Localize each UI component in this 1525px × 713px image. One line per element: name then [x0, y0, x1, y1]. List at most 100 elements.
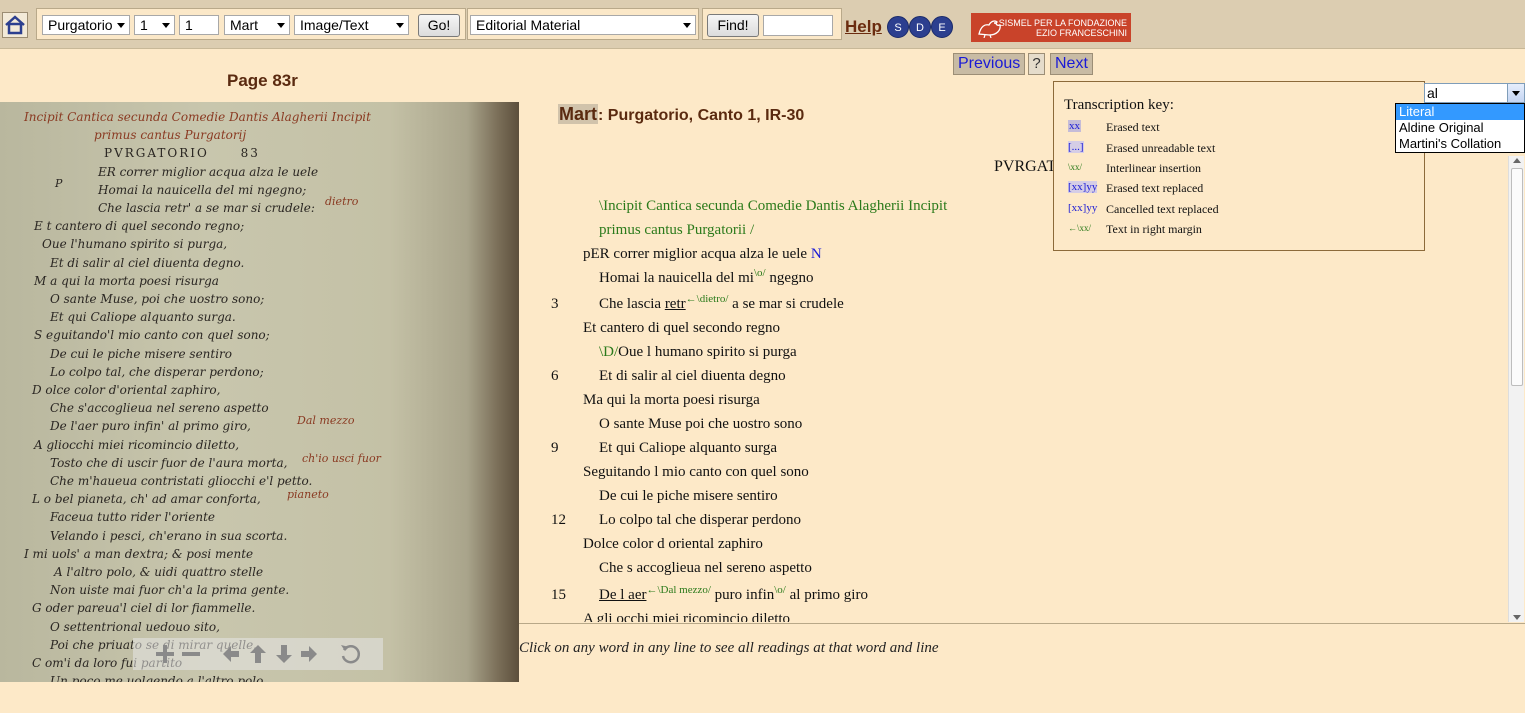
reset-view-icon[interactable]	[338, 642, 362, 666]
line-words[interactable]: pER correr miglior acqua alza le uele	[583, 246, 807, 262]
sde-e-icon[interactable]: E	[931, 16, 953, 38]
interlinear-insertion[interactable]: \D/	[599, 344, 618, 360]
line-input[interactable]: 1	[179, 15, 219, 35]
chevron-down-icon	[683, 23, 691, 28]
find-input[interactable]	[763, 15, 833, 36]
interlinear-insertion[interactable]: \o/	[754, 267, 766, 279]
line-text[interactable]: A gli occhi miei ricomincio diletto	[583, 611, 790, 622]
line-words[interactable]: puro infin	[711, 587, 775, 603]
ms-line: O sante Muse, poi che uostro sono;	[50, 292, 265, 307]
key-desc: Cancelled text replaced	[1106, 202, 1219, 216]
pan-up-icon[interactable]	[246, 642, 270, 666]
home-button[interactable]	[2, 12, 28, 38]
marked-word[interactable]: retr	[665, 296, 686, 312]
line-text[interactable]: Homai la nauicella del mi\o/ ngegno	[599, 267, 814, 287]
ms-line: Velando i pesci, ch'erano in sua scorta.	[50, 528, 288, 543]
ms-line: De cui le piche misere sentiro	[50, 346, 233, 361]
line-text[interactable]: Che lascia retr←\dietro/ a se mar si cru…	[599, 293, 844, 313]
ms-line: Faceua tutto rider l'oriente	[50, 510, 216, 525]
chevron-down-icon	[396, 23, 404, 28]
view-option-literal[interactable]: Literal	[1396, 104, 1524, 120]
witness-select[interactable]: Mart	[224, 15, 290, 35]
chevron-down-icon	[117, 23, 125, 28]
part-select[interactable]: Purgatorio	[42, 15, 130, 35]
key-title: Transcription key:	[1064, 97, 1174, 113]
previous-button[interactable]: Previous	[953, 53, 1026, 75]
material-select-value: Editorial Material	[476, 17, 581, 33]
line-text[interactable]: \Incipit Cantica secunda Comedie Dantis …	[599, 198, 947, 215]
ms-line: D olce color d'oriental zaphiro,	[32, 383, 221, 398]
line-number: 9	[551, 440, 559, 456]
view-select-value: al	[1427, 85, 1438, 101]
navigation-form: Purgatorio 1 1 Mart Image/Text Go!	[36, 8, 466, 40]
chevron-down-icon	[277, 23, 285, 28]
line-text[interactable]: pER correr miglior acqua alza le uele N	[583, 246, 822, 263]
line-text[interactable]: De cui le piche misere sentiro	[599, 488, 778, 505]
zoom-in-icon[interactable]	[153, 642, 177, 666]
canto-select[interactable]: 1	[134, 15, 175, 35]
pan-left-icon[interactable]	[219, 642, 243, 666]
key-sample: [...]	[1068, 141, 1084, 153]
next-button[interactable]: Next	[1050, 53, 1093, 75]
manuscript-image[interactable]: Incipit Cantica secunda Comedie Dantis A…	[0, 102, 519, 682]
view-mode-select[interactable]: Image/Text	[294, 15, 409, 35]
key-desc: Text in right margin	[1106, 222, 1202, 236]
ms-margin-note-chio: ch'io usci fuor	[302, 452, 381, 465]
ms-line: Lo colpo tal, che disperar perdono;	[50, 364, 264, 379]
readings-hint: Click on any word in any line to see all…	[519, 640, 939, 656]
view-option-aldine[interactable]: Aldine Original	[1396, 120, 1524, 136]
line-text[interactable]: De l aer←\Dal mezzo/ puro infin\o/ al pr…	[599, 584, 868, 604]
line-text[interactable]: O sante Muse poi che uostro sono	[599, 416, 802, 433]
line-words[interactable]: ngegno	[766, 270, 813, 286]
key-sample: \xx/	[1068, 162, 1083, 172]
ms-line: Homai la nauicella del mi ngegno;	[98, 182, 307, 197]
find-button[interactable]: Find!	[707, 14, 759, 37]
sde-s-icon[interactable]: S	[887, 16, 909, 38]
margin-insertion[interactable]: ←\dietro/	[686, 293, 729, 305]
line-text[interactable]: primus cantus Purgatorii /	[599, 222, 754, 239]
scroll-up-icon[interactable]	[1513, 158, 1521, 163]
sismel-logo[interactable]: SISMEL PER LA FONDAZIONE EZIO FRANCESCHI…	[971, 13, 1131, 42]
pan-down-icon[interactable]	[272, 642, 296, 666]
line-text[interactable]: Et qui Caliope alquanto surga	[599, 440, 777, 457]
rubric-slash: /	[746, 222, 755, 238]
zoom-out-icon[interactable]	[179, 642, 203, 666]
rubric-text[interactable]: primus cantus Purgatorii	[599, 222, 746, 238]
transcription-view-select[interactable]: al	[1424, 83, 1525, 103]
editorial-material-select[interactable]: Editorial Material	[470, 15, 696, 35]
chevron-down-icon[interactable]	[1507, 84, 1524, 102]
transcript-scrollbar[interactable]	[1508, 156, 1524, 622]
line-text[interactable]: Seguitando l mio canto con quel sono	[583, 464, 809, 481]
transcription-key-button[interactable]: ?	[1028, 53, 1045, 75]
line-words[interactable]: Che lascia	[599, 296, 665, 312]
line-text[interactable]: \D/Oue l humano spirito si purga	[599, 344, 797, 361]
marked-word[interactable]: De l aer	[599, 587, 646, 603]
line-text[interactable]: Et cantero di quel secondo regno	[583, 320, 780, 337]
help-link[interactable]: Help	[845, 17, 882, 37]
ms-margin-note-dietro: dietro	[325, 195, 359, 208]
ms-line: Che lascia retr' a se mar si crudele:	[98, 201, 315, 216]
home-icon	[5, 15, 25, 35]
scrollbar-thumb[interactable]	[1511, 168, 1523, 386]
ms-line: Un poco me uolgendo a l'altro polo	[50, 674, 264, 682]
line-text[interactable]: Lo colpo tal che disperar perdono	[599, 512, 801, 529]
line-words[interactable]: Oue l humano spirito si purga	[618, 344, 796, 360]
pan-right-icon[interactable]	[297, 642, 321, 666]
sde-d-icon[interactable]: D	[909, 16, 931, 38]
line-words[interactable]: Homai la nauicella del mi	[599, 270, 754, 286]
view-option-martini[interactable]: Martini's Collation	[1396, 136, 1524, 152]
line-words[interactable]: al primo giro	[786, 587, 868, 603]
line-text[interactable]: Ma qui la morta poesi risurga	[583, 392, 760, 409]
image-zoom-toolbar	[133, 638, 383, 670]
scroll-down-icon[interactable]	[1513, 615, 1521, 620]
line-text[interactable]: Dolce color d oriental zaphiro	[583, 536, 763, 553]
note-marker[interactable]: N	[811, 246, 822, 262]
ms-running-head-text: PVRGATORIO	[104, 146, 209, 161]
line-words[interactable]: a se mar si crudele	[728, 296, 844, 312]
margin-insertion[interactable]: ←\Dal mezzo/	[646, 584, 710, 596]
interlinear-insertion[interactable]: \o/	[774, 584, 786, 596]
witness-label[interactable]: Mart	[558, 104, 599, 124]
line-text[interactable]: Che s accoglieua nel sereno aspetto	[599, 560, 812, 577]
go-button[interactable]: Go!	[418, 14, 460, 37]
line-text[interactable]: Et di salir al ciel diuenta degno	[599, 368, 786, 385]
